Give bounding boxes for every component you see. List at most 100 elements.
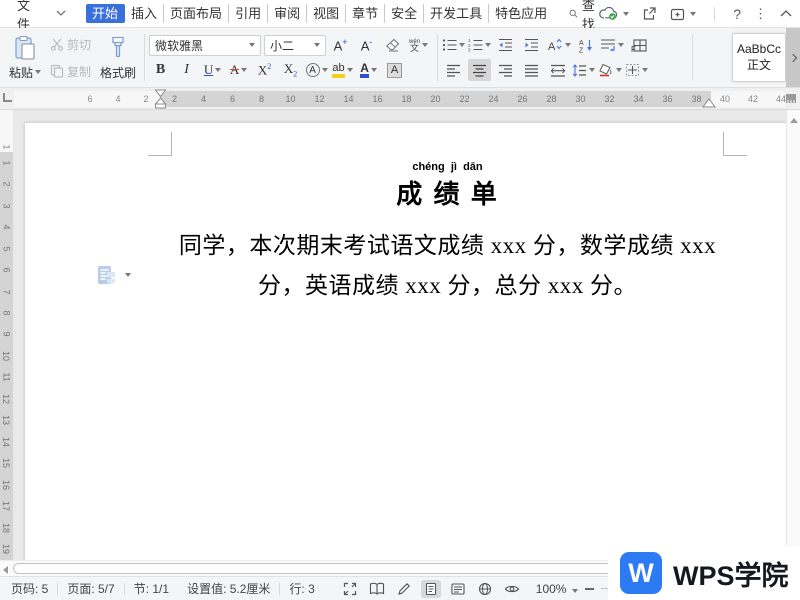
line-spacing-icon xyxy=(572,64,587,77)
distribute-button[interactable] xyxy=(546,59,569,81)
line-spacing-button[interactable] xyxy=(572,59,595,81)
new-tab-button[interactable] xyxy=(670,7,696,21)
numbered-list-button[interactable]: 123 xyxy=(468,34,491,56)
cloud-sync-button[interactable] xyxy=(599,6,629,21)
ruler-number: 18 xyxy=(393,94,421,104)
ruler-number: 8 xyxy=(1,311,11,316)
tab-stop-selector[interactable] xyxy=(3,93,12,102)
align-left-button[interactable] xyxy=(442,59,465,81)
style-normal[interactable]: AaBbCc 正文 xyxy=(732,33,786,82)
tab-page-layout[interactable]: 页面布局 xyxy=(164,4,229,23)
chevron-down-icon xyxy=(56,10,66,17)
collapse-ribbon-button[interactable] xyxy=(780,10,792,17)
help-button[interactable]: ? xyxy=(733,6,741,22)
more-options-button[interactable]: ⋮ xyxy=(754,6,767,22)
quick-access-dropdown[interactable] xyxy=(48,10,74,17)
tab-review[interactable]: 审阅 xyxy=(268,4,307,23)
font-size-select[interactable]: 小二 xyxy=(264,35,326,56)
align-center-button[interactable] xyxy=(468,59,491,81)
paste-button[interactable]: 粘贴 xyxy=(7,32,43,84)
share-button[interactable] xyxy=(642,6,657,21)
chevron-down-icon xyxy=(241,68,247,72)
outline-view-button[interactable] xyxy=(448,580,468,598)
increase-font-button[interactable]: A+ xyxy=(329,34,352,56)
page-view-button[interactable] xyxy=(421,580,441,598)
font-color-glyph: A xyxy=(360,62,369,78)
vruler-top-margin: 1 xyxy=(0,110,13,152)
insert-table-frame-button[interactable]: F xyxy=(627,34,650,56)
chevron-down-icon xyxy=(35,70,41,74)
copy-button[interactable]: 复制 xyxy=(50,63,91,80)
chevron-down-icon xyxy=(623,12,629,16)
clipboard-group: 粘贴 剪切 复制 格式刷 xyxy=(0,28,142,87)
font-color-button[interactable]: A xyxy=(357,59,380,81)
tab-section[interactable]: 章节 xyxy=(346,4,385,23)
document-title[interactable]: 成 绩 单 xyxy=(172,174,723,211)
indent-marker[interactable] xyxy=(154,89,167,109)
wps-academy-badge[interactable]: W WPS学院 xyxy=(608,546,800,600)
sort-button[interactable]: AZ xyxy=(574,34,597,56)
ruler-toggle-icon[interactable] xyxy=(785,92,797,105)
bold-button[interactable]: B xyxy=(149,59,172,81)
tab-developer-tools[interactable]: 开发工具 xyxy=(424,4,489,23)
styles-gallery-expand[interactable] xyxy=(786,28,800,87)
character-scale-button[interactable]: A xyxy=(546,34,571,56)
phonetic-guide-button[interactable]: wén文 xyxy=(407,34,430,56)
highlight-color-button[interactable]: ab xyxy=(331,59,354,81)
align-right-button[interactable] xyxy=(494,59,517,81)
justify-button[interactable] xyxy=(520,59,543,81)
decrease-font-button[interactable]: A- xyxy=(355,34,378,56)
tab-special-apps[interactable]: 特色应用 xyxy=(489,4,553,23)
vertical-scrollbar[interactable] xyxy=(786,110,800,576)
ribbon-toolbar: 粘贴 剪切 复制 格式刷 微软雅黑 xyxy=(0,28,800,88)
increase-indent-button[interactable] xyxy=(520,34,543,56)
font-name-value: 微软雅黑 xyxy=(155,37,203,54)
document-canvas[interactable]: chéng jì dān 成 绩 单 同学，本次期末考试语文成绩 xxx 分，数… xyxy=(13,110,786,560)
cut-button[interactable]: 剪切 xyxy=(50,36,91,53)
new-document-icon xyxy=(670,7,686,21)
right-indent-marker[interactable] xyxy=(702,97,716,108)
zoom-level-button[interactable]: 100% xyxy=(536,582,578,596)
scroll-up-arrow[interactable] xyxy=(790,118,798,123)
strikethrough-button[interactable]: A xyxy=(227,59,250,81)
clear-format-button[interactable] xyxy=(381,34,404,56)
shading-button[interactable] xyxy=(598,59,622,81)
superscript-button[interactable]: X2 xyxy=(253,59,276,81)
zoom-out-button[interactable] xyxy=(585,588,594,590)
font-name-select[interactable]: 微软雅黑 xyxy=(149,35,261,56)
subscript-button[interactable]: X2 xyxy=(279,59,302,81)
show-paragraph-marks-button[interactable] xyxy=(600,34,624,56)
read-mode-button[interactable] xyxy=(367,580,387,598)
tab-references[interactable]: 引用 xyxy=(229,4,268,23)
edit-mode-button[interactable] xyxy=(394,580,414,598)
font-row-1: 微软雅黑 小二 A+ A- wén文 xyxy=(149,34,433,56)
fullscreen-button[interactable] xyxy=(340,580,360,598)
format-painter-button[interactable]: 格式刷 xyxy=(98,32,138,84)
font-row-2: B I U A X2 X2 A ab A A xyxy=(149,59,433,81)
web-layout-button[interactable] xyxy=(475,580,495,598)
document-page[interactable]: chéng jì dān 成 绩 单 同学，本次期末考试语文成绩 xxx 分，数… xyxy=(25,123,786,560)
tab-home[interactable]: 开始 xyxy=(86,4,125,23)
divider xyxy=(692,34,693,81)
borders-button[interactable] xyxy=(625,59,648,81)
bullet-list-button[interactable] xyxy=(442,34,465,56)
body-text-line[interactable]: 同学，本次期末考试语文成绩 xxx 分，数学成绩 xxx xyxy=(172,226,723,260)
ruler-number: 10 xyxy=(1,351,11,361)
sort-z-glyph: Z xyxy=(579,47,584,53)
horizontal-scroll-thumb[interactable] xyxy=(13,563,620,574)
italic-button[interactable]: I xyxy=(175,59,198,81)
character-border-button[interactable]: A xyxy=(383,59,406,81)
eye-protect-button[interactable] xyxy=(502,580,522,598)
body-text-line[interactable]: 分，英语成绩 xxx 分，总分 xxx 分。 xyxy=(172,266,723,300)
paste-options-button[interactable] xyxy=(94,263,131,287)
horizontal-ruler[interactable]: 642 2468101214161820222426283032343638 4… xyxy=(0,88,800,110)
tab-insert[interactable]: 插入 xyxy=(125,4,164,23)
tab-security[interactable]: 安全 xyxy=(385,4,424,23)
decrease-indent-button[interactable] xyxy=(494,34,517,56)
scroll-left-arrow[interactable] xyxy=(3,566,8,574)
text-effects-button[interactable]: A xyxy=(305,59,328,81)
underline-button[interactable]: U xyxy=(201,59,224,81)
tab-view[interactable]: 视图 xyxy=(307,4,346,23)
vertical-ruler[interactable]: 1 12345678910111213141516171819 xyxy=(0,110,13,560)
ruler-number: 4 xyxy=(1,225,11,230)
